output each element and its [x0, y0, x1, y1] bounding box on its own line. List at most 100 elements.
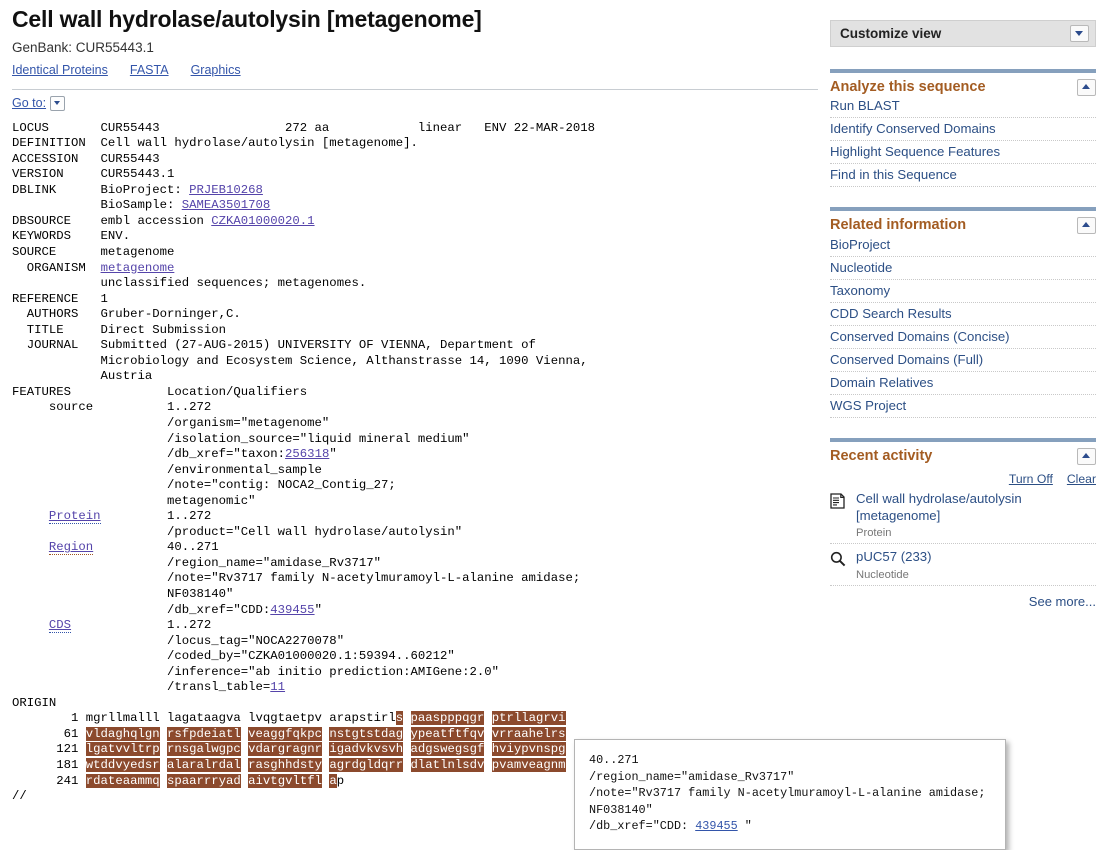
genbank-line: DBSOURCE embl accession CZKA01000020.1: [12, 213, 315, 228]
panel-top-accent-bar: [830, 437, 1096, 442]
sidebar-item-conserved-domains-concise[interactable]: Conserved Domains (Concise): [830, 329, 1010, 344]
list-item[interactable]: Run BLAST: [830, 98, 1096, 119]
tooltip-line: 40..271: [589, 753, 639, 767]
panel-title: Related information: [830, 217, 967, 234]
customize-view-bar[interactable]: Customize view: [830, 20, 1096, 47]
related-links-list: BioProject Nucleotide Taxonomy CDD Searc…: [830, 237, 1096, 418]
tooltip-line: /region_name="amidase_Rv3717": [589, 769, 795, 784]
accession-line: GenBank: CUR55443.1: [12, 39, 154, 55]
list-item[interactable]: WGS Project: [830, 395, 1096, 418]
feature-key-link[interactable]: CDS: [48, 618, 72, 634]
db-xref-link[interactable]: 11: [270, 680, 285, 694]
goto-link[interactable]: Go to:: [12, 96, 46, 110]
panel-recent-activity: Recent activity Turn Off Clear Cell wall …: [830, 437, 1096, 609]
list-item[interactable]: BioProject: [830, 237, 1096, 257]
genbank-line: /transl_table=11: [12, 680, 286, 695]
chevron-up-icon[interactable]: [1077, 447, 1096, 465]
feature-key-link[interactable]: Region: [48, 540, 94, 556]
sidebar-item-bioproject[interactable]: BioProject: [830, 237, 890, 252]
sidebar-item-conserved-domains-full[interactable]: Conserved Domains (Full): [830, 352, 983, 367]
genbank-line: source 1..272: [12, 400, 212, 415]
genbank-line: Microbiology and Ecosystem Science, Alth…: [12, 353, 588, 368]
customize-view-label: Customize view: [840, 26, 942, 41]
list-item[interactable]: CDD Search Results: [830, 303, 1096, 326]
panel-header: Analyze this sequence: [830, 79, 1096, 98]
link-fasta[interactable]: FASTA: [130, 63, 169, 77]
feature-key-link[interactable]: Protein: [48, 509, 101, 525]
genbank-line: VERSION CUR55443.1: [12, 167, 175, 182]
recent-activity-title[interactable]: Cell wall hydrolase/autolysin [metagenom…: [856, 491, 1096, 524]
list-item[interactable]: Domain Relatives: [830, 372, 1096, 395]
genbank-line: LOCUS CUR55443 272 aa linear ENV 22-MAR-…: [12, 120, 595, 135]
panel-related-information: Related information BioProject Nucleotid…: [830, 207, 1096, 418]
sidebar-item-run-blast[interactable]: Run BLAST: [830, 98, 900, 113]
recent-activity-db: Nucleotide: [856, 568, 909, 581]
chevron-down-icon[interactable]: [1070, 25, 1089, 42]
genbank-line: Region 40..271: [48, 540, 219, 556]
recent-activity-title[interactable]: pUC57 (233): [856, 549, 1096, 566]
sidebar-item-cdd-search-results[interactable]: CDD Search Results: [830, 306, 952, 321]
list-item[interactable]: Conserved Domains (Concise): [830, 326, 1096, 349]
header-link-row: Identical Proteins FASTA Graphics: [12, 62, 818, 77]
list-item[interactable]: Highlight Sequence Features: [830, 141, 1096, 165]
recent-activity-body: Cell wall hydrolase/autolysin [metagenom…: [856, 491, 1096, 539]
feature-tooltip: 40..271/region_name="amidase_Rv3717" /not…: [574, 739, 1006, 850]
chevron-up-icon[interactable]: [1077, 217, 1096, 235]
genbank-line: KEYWORDS ENV.: [12, 229, 131, 244]
list-item[interactable]: Identify Conserved Domains: [830, 118, 1096, 142]
list-item[interactable]: Nucleotide: [830, 257, 1096, 280]
genbank-line: /isolation_source="liquid mineral medium…: [12, 431, 470, 446]
sidebar-item-highlight-sequence-features[interactable]: Highlight Sequence Features: [830, 144, 1000, 159]
genbank-line: /coded_by="CZKA01000020.1:59394..60212": [12, 649, 455, 664]
link-graphics[interactable]: Graphics: [191, 63, 241, 77]
db-xref-link[interactable]: 256318: [285, 447, 329, 461]
genbank-line: JOURNAL Submitted (27-AUG-2015) UNIVERSI…: [12, 338, 536, 353]
turn-off-button[interactable]: Turn Off: [1009, 472, 1053, 486]
clear-button[interactable]: Clear: [1067, 472, 1096, 486]
page-title: Cell wall hydrolase/autolysin [metagenom…: [12, 6, 482, 32]
db-xref-link[interactable]: metagenome: [101, 261, 175, 275]
analyze-links-list: Run BLAST Identify Conserved Domains Hig…: [830, 98, 1096, 188]
right-sidebar: Customize view Analyze this sequence Run…: [830, 20, 1096, 629]
genbank-line: ACCESSION CUR55443: [12, 151, 160, 166]
chevron-down-icon[interactable]: [50, 95, 66, 111]
list-item[interactable]: Taxonomy: [830, 280, 1096, 303]
sidebar-item-nucleotide[interactable]: Nucleotide: [830, 260, 892, 275]
tooltip-line: /db_xref="CDD: 439455 ": [589, 819, 752, 833]
sidebar-item-taxonomy[interactable]: Taxonomy: [830, 283, 890, 298]
sidebar-item-find-in-this-sequence[interactable]: Find in this Sequence: [830, 167, 957, 182]
panel-top-accent-bar: [830, 207, 1096, 212]
panel-title: Analyze this sequence: [830, 79, 986, 95]
recent-activity-item[interactable]: Cell wall hydrolase/autolysin [metagenom…: [830, 491, 1096, 545]
recent-activity-body: pUC57 (233) Nucleotide: [856, 549, 1096, 581]
recent-activity-db: Protein: [856, 527, 892, 540]
tooltip-line: /note="Rv3717 family N-acetylmuramoyl-L-…: [589, 786, 986, 800]
genbank-line: FEATURES Location/Qualifiers: [12, 384, 308, 399]
genbank-line: /region_name="amidase_Rv3717": [12, 555, 381, 570]
genbank-line: Austria: [12, 369, 153, 384]
see-more-link[interactable]: See more...: [1029, 594, 1096, 609]
db-xref-link[interactable]: CZKA01000020.1: [211, 214, 314, 228]
sidebar-item-domain-relatives[interactable]: Domain Relatives: [830, 375, 933, 390]
genbank-line: DBLINK BioProject: PRJEB10268: [12, 182, 263, 197]
db-xref-link[interactable]: SAMEA3501708: [182, 198, 271, 212]
sidebar-item-wgs-project[interactable]: WGS Project: [830, 398, 906, 413]
see-more-row: See more...: [830, 594, 1096, 609]
cdd-link[interactable]: 439455: [695, 819, 737, 833]
list-item[interactable]: Find in this Sequence: [830, 164, 1096, 188]
recent-activity-item[interactable]: pUC57 (233) Nucleotide: [830, 549, 1096, 586]
genbank-line: SOURCE metagenome: [12, 244, 175, 259]
genbank-line: NF038140": [12, 587, 234, 601]
db-xref-link[interactable]: PRJEB10268: [189, 183, 263, 197]
panel-header: Related information: [830, 217, 1096, 236]
genbank-line: AUTHORS Gruber-Dorninger,C.: [12, 307, 241, 322]
db-xref-link[interactable]: 439455: [270, 603, 314, 617]
genbank-line: unclassified sequences; metagenomes.: [12, 276, 367, 291]
panel-top-accent-bar: [830, 69, 1096, 73]
chevron-up-icon[interactable]: [1077, 79, 1096, 96]
genbank-line: /environmental_sample: [12, 462, 322, 477]
recent-activity-controls: Turn Off Clear: [830, 471, 1096, 486]
list-item[interactable]: Conserved Domains (Full): [830, 349, 1096, 372]
sidebar-item-identify-conserved-domains[interactable]: Identify Conserved Domains: [830, 121, 996, 136]
link-identical-proteins[interactable]: Identical Proteins: [12, 63, 108, 77]
